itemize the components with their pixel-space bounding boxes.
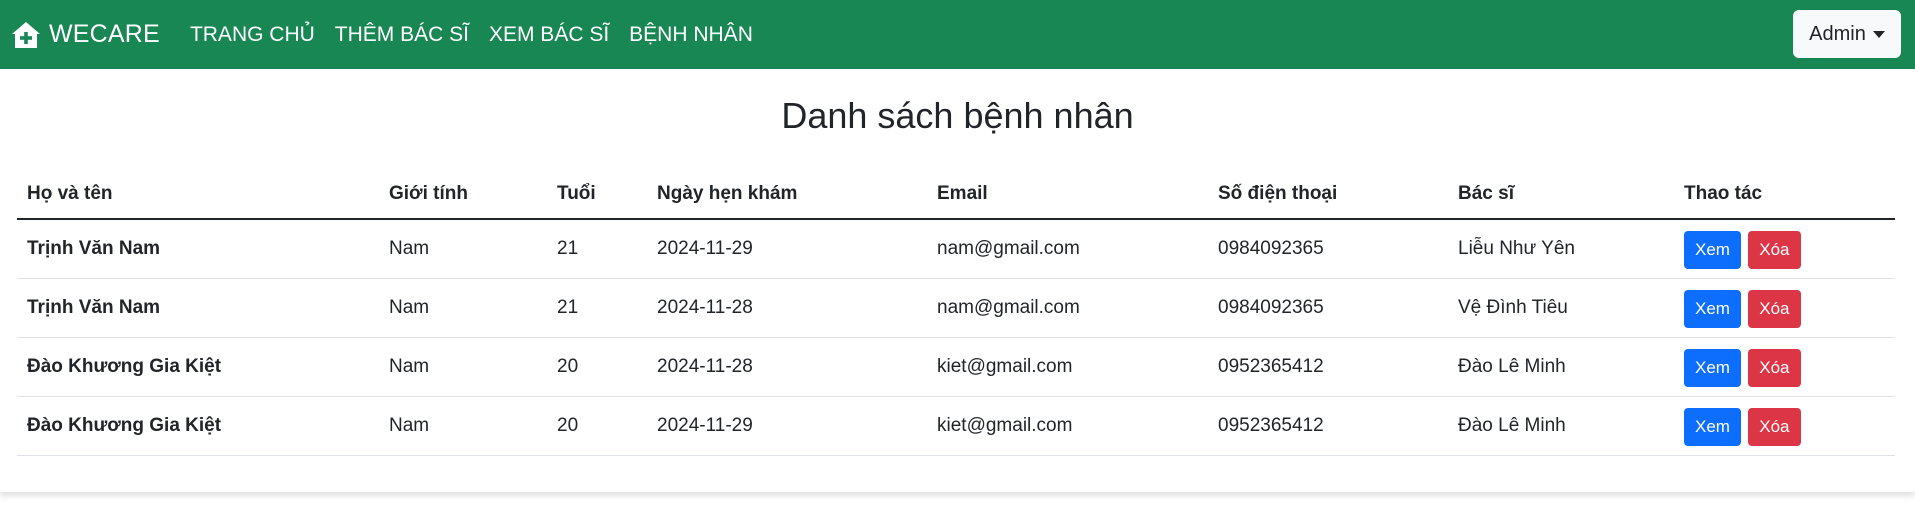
cell-gender: Nam bbox=[379, 337, 547, 397]
nav-links: TRANG CHỦ THÊM BÁC SĨ XEM BÁC SĨ BỆNH NH… bbox=[180, 23, 763, 47]
cell-gender: Nam bbox=[379, 396, 547, 456]
cell-email: nam@gmail.com bbox=[927, 278, 1208, 338]
nav-add-doctor[interactable]: THÊM BÁC SĨ bbox=[325, 23, 479, 47]
cell-email: nam@gmail.com bbox=[927, 219, 1208, 279]
caret-down-icon bbox=[1872, 30, 1885, 38]
patient-list-card: Danh sách bệnh nhân Họ và tên Giới tính … bbox=[0, 69, 1915, 492]
cell-actions: Xem Xóa bbox=[1674, 278, 1895, 338]
view-button[interactable]: Xem bbox=[1684, 349, 1741, 387]
cell-name: Trịnh Văn Nam bbox=[17, 219, 379, 279]
table-row: Đào Khương Gia Kiệt Nam 20 2024-11-28 ki… bbox=[17, 337, 1895, 397]
cell-email: kiet@gmail.com bbox=[927, 396, 1208, 456]
delete-button[interactable]: Xóa bbox=[1748, 231, 1801, 270]
table-row: Trịnh Văn Nam Nam 21 2024-11-29 nam@gmai… bbox=[17, 219, 1895, 279]
header-age: Tuổi bbox=[547, 169, 647, 220]
cell-date: 2024-11-28 bbox=[647, 337, 927, 397]
brand-name: WECARE bbox=[49, 20, 160, 48]
cell-date: 2024-11-29 bbox=[647, 396, 927, 456]
admin-dropdown-button[interactable]: Admin bbox=[1793, 10, 1901, 58]
house-medical-icon bbox=[12, 21, 40, 48]
cell-phone: 0984092365 bbox=[1208, 219, 1448, 279]
cell-actions: Xem Xóa bbox=[1674, 219, 1895, 279]
cell-name: Đào Khương Gia Kiệt bbox=[17, 396, 379, 456]
cell-actions: Xem Xóa bbox=[1674, 337, 1895, 397]
cell-date: 2024-11-28 bbox=[647, 278, 927, 338]
cell-age: 21 bbox=[547, 278, 647, 338]
header-phone: Số điện thoại bbox=[1208, 169, 1448, 220]
cell-doctor: Đào Lê Minh bbox=[1448, 337, 1674, 397]
nav-home[interactable]: TRANG CHỦ bbox=[180, 23, 325, 47]
view-button[interactable]: Xem bbox=[1684, 408, 1741, 446]
delete-button[interactable]: Xóa bbox=[1748, 349, 1801, 387]
header-date: Ngày hẹn khám bbox=[647, 169, 927, 220]
cell-age: 20 bbox=[547, 337, 647, 397]
nav-patients[interactable]: BỆNH NHÂN bbox=[619, 23, 763, 47]
cell-phone: 0984092365 bbox=[1208, 278, 1448, 338]
table-row: Đào Khương Gia Kiệt Nam 20 2024-11-29 ki… bbox=[17, 396, 1895, 456]
header-email: Email bbox=[927, 169, 1208, 220]
delete-button[interactable]: Xóa bbox=[1748, 408, 1801, 446]
view-button[interactable]: Xem bbox=[1684, 290, 1741, 328]
nav-view-doctors[interactable]: XEM BÁC SĨ bbox=[479, 23, 619, 47]
admin-label: Admin bbox=[1809, 22, 1866, 45]
cell-phone: 0952365412 bbox=[1208, 396, 1448, 456]
cell-age: 20 bbox=[547, 396, 647, 456]
delete-button[interactable]: Xóa bbox=[1748, 290, 1801, 328]
view-button[interactable]: Xem bbox=[1684, 231, 1741, 270]
cell-name: Đào Khương Gia Kiệt bbox=[17, 337, 379, 397]
cell-doctor: Liễu Như Yên bbox=[1448, 219, 1674, 279]
patient-table: Họ và tên Giới tính Tuổi Ngày hẹn khám E… bbox=[17, 169, 1895, 456]
cell-date: 2024-11-29 bbox=[647, 219, 927, 279]
header-name: Họ và tên bbox=[17, 169, 379, 220]
table-row: Trịnh Văn Nam Nam 21 2024-11-28 nam@gmai… bbox=[17, 278, 1895, 338]
header-doctor: Bác sĩ bbox=[1448, 169, 1674, 220]
header-actions: Thao tác bbox=[1674, 169, 1895, 220]
cell-doctor: Đào Lê Minh bbox=[1448, 396, 1674, 456]
top-navbar: WECARE TRANG CHỦ THÊM BÁC SĨ XEM BÁC SĨ … bbox=[0, 0, 1915, 69]
cell-age: 21 bbox=[547, 219, 647, 279]
cell-doctor: Vệ Đình Tiêu bbox=[1448, 278, 1674, 338]
page-title: Danh sách bệnh nhân bbox=[781, 95, 1134, 136]
header-gender: Giới tính bbox=[379, 169, 547, 220]
cell-name: Trịnh Văn Nam bbox=[17, 278, 379, 338]
table-header-row: Họ và tên Giới tính Tuổi Ngày hẹn khám E… bbox=[17, 169, 1895, 220]
cell-gender: Nam bbox=[379, 278, 547, 338]
brand-link[interactable]: WECARE bbox=[11, 20, 160, 49]
cell-actions: Xem Xóa bbox=[1674, 396, 1895, 456]
cell-gender: Nam bbox=[379, 219, 547, 279]
cell-phone: 0952365412 bbox=[1208, 337, 1448, 397]
cell-email: kiet@gmail.com bbox=[927, 337, 1208, 397]
